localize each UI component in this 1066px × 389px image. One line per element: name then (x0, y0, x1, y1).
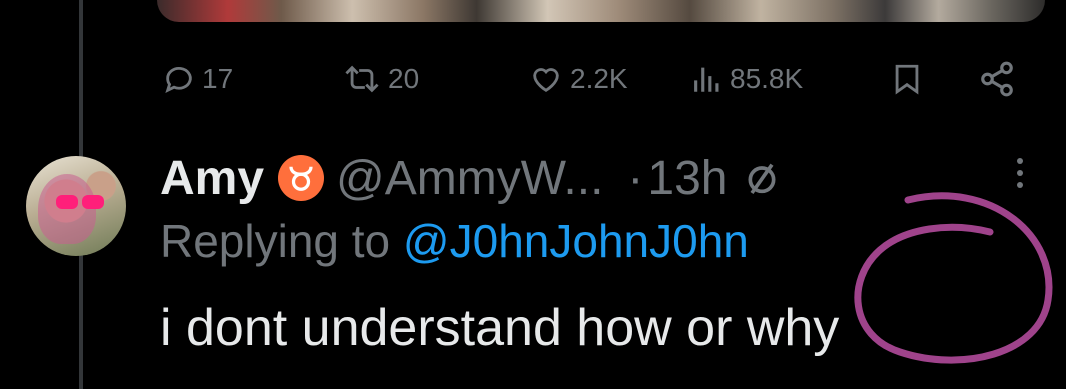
tweet-media-image[interactable] (157, 0, 1045, 22)
replying-prefix: Replying to (160, 215, 391, 267)
avatar-hair (38, 174, 96, 244)
replying-to-line: Replying to @J0hnJohnJ0hn (160, 214, 749, 268)
bookmark-button[interactable] (890, 58, 924, 100)
like-button[interactable]: 2.2K (528, 58, 628, 100)
avatar-sunglasses-left (56, 195, 78, 209)
views-icon (694, 67, 719, 92)
heart-icon (533, 68, 559, 92)
repost-icon (345, 65, 379, 93)
views-count: 85.8K (730, 63, 804, 94)
reply-icon (165, 67, 192, 94)
timestamp[interactable]: 13h (647, 151, 727, 206)
avatar[interactable] (26, 156, 126, 256)
tweet-text: i dont understand how or why (160, 299, 840, 357)
repost-button[interactable]: 20 (342, 58, 419, 100)
repost-count: 20 (388, 63, 420, 94)
reply-count: 17 (202, 63, 234, 94)
views-button[interactable]: 85.8K (690, 58, 803, 100)
like-count: 2.2K (570, 63, 628, 94)
share-icon (981, 61, 1013, 97)
more-icon[interactable] (1010, 158, 1030, 194)
reply-button[interactable]: 17 (162, 58, 233, 100)
bookmark-icon (895, 64, 919, 95)
share-button[interactable] (978, 58, 1016, 100)
taurus-icon (278, 155, 325, 201)
avatar-sunglasses-right (82, 195, 104, 209)
replying-to-mention[interactable]: @J0hnJohnJ0hn (403, 215, 749, 267)
tweet-header: Amy @AmmyW... · 13h (160, 148, 782, 208)
separator-dot: · (627, 151, 644, 205)
circle-slash-icon (742, 158, 782, 198)
tweet-action-bar: 17 20 2.2K 85.8K (0, 58, 1066, 100)
user-handle[interactable]: @AmmyW... (336, 151, 603, 206)
display-name[interactable]: Amy (160, 151, 264, 206)
